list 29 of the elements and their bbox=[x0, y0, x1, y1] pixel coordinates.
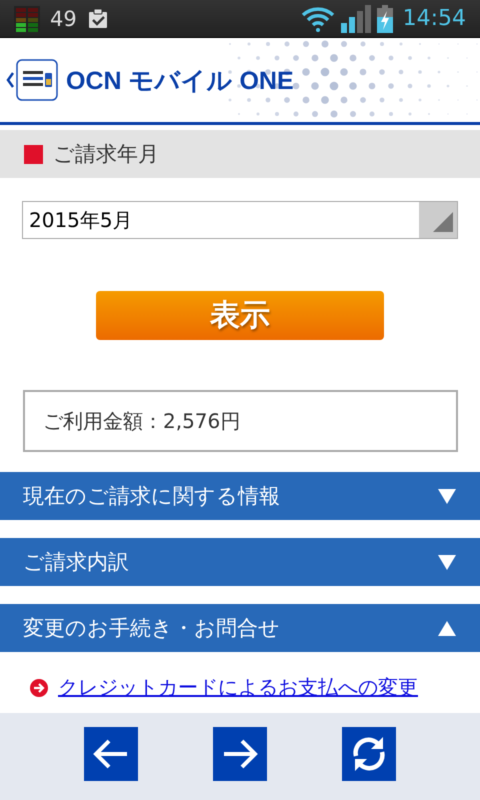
notification-count: 49 bbox=[50, 6, 77, 30]
accordion-title: ご請求内訳 bbox=[23, 549, 129, 576]
dropdown-corner-icon bbox=[433, 212, 453, 232]
wifi-icon bbox=[300, 6, 335, 32]
section-title: ご請求年月 bbox=[53, 141, 159, 168]
accordion-title: 変更のお手続き・お問合せ bbox=[23, 615, 280, 642]
month-dropdown[interactable]: 2015年5月 bbox=[22, 201, 458, 239]
accordion-header[interactable]: 現在のご請求に関する情報 bbox=[0, 472, 480, 520]
level-meter-icon bbox=[14, 6, 40, 32]
accordion-title: 現在のご請求に関する情報 bbox=[23, 483, 280, 510]
forward-button[interactable] bbox=[212, 727, 267, 781]
triangle-up-icon bbox=[438, 620, 456, 636]
signal-icon bbox=[340, 4, 371, 32]
accordion-header[interactable]: ご請求内訳 bbox=[0, 538, 480, 586]
back-chevron-icon[interactable] bbox=[6, 72, 14, 88]
clock: 14:54 bbox=[402, 6, 466, 31]
usage-amount: ご利用金額：2,576円 bbox=[43, 408, 240, 434]
back-button[interactable] bbox=[84, 727, 138, 781]
link[interactable]: クレジットカードによるお支払への変更 bbox=[58, 674, 418, 701]
clipboard-check-icon bbox=[86, 8, 109, 30]
app-title: OCN モバイル ONE bbox=[66, 66, 294, 96]
triangle-down-icon bbox=[438, 554, 456, 570]
square-bullet-icon bbox=[24, 144, 43, 164]
app-logo-icon bbox=[16, 59, 58, 101]
arrow-circle-icon bbox=[30, 678, 48, 696]
battery-charging-icon bbox=[376, 4, 393, 32]
triangle-down-icon bbox=[438, 488, 456, 504]
accordion-header[interactable]: 変更のお手続き・お問合せ bbox=[0, 604, 480, 652]
reload-button[interactable] bbox=[342, 727, 396, 781]
